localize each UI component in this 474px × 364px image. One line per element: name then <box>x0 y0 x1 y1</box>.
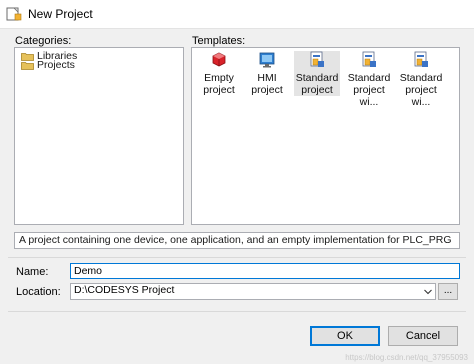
template-label: Standard <box>347 72 391 84</box>
template-label: Empty <box>204 72 234 84</box>
location-value: D:\CODESYS Project <box>74 284 175 296</box>
template-hmi-project[interactable]: HMI project <box>242 51 292 96</box>
title-bar: New Project <box>0 0 474 29</box>
new-project-dialog: New Project Categories: Libraries Projec… <box>0 0 474 364</box>
template-label: HMI project <box>251 72 283 96</box>
template-label: project <box>301 84 333 96</box>
location-label: Location: <box>16 286 61 298</box>
template-label: project wi... <box>353 84 385 108</box>
divider <box>8 257 466 258</box>
standard-project-icon <box>414 51 428 67</box>
templates-label: Templates: <box>192 35 246 47</box>
template-label: project wi... <box>405 84 437 108</box>
templates-list[interactable]: Empty project HMI project Standard proje… <box>191 47 460 225</box>
template-standard-project-with-2[interactable]: Standard project wi... <box>395 51 447 108</box>
category-projects[interactable]: Projects <box>21 60 75 71</box>
name-label: Name: <box>16 266 49 278</box>
folder-icon <box>21 62 34 70</box>
standard-project-icon <box>362 51 376 67</box>
cancel-button[interactable]: Cancel <box>388 326 458 346</box>
standard-project-icon <box>310 51 324 67</box>
category-label: Projects <box>37 59 75 71</box>
browse-button[interactable]: ... <box>438 283 458 300</box>
dialog-title: New Project <box>28 7 93 21</box>
template-standard-project[interactable]: Standard project <box>294 51 340 96</box>
template-label: Standard <box>399 72 443 84</box>
name-input[interactable] <box>70 263 460 279</box>
categories-tree[interactable]: Libraries Projects <box>14 47 184 225</box>
location-combobox[interactable]: D:\CODESYS Project <box>70 283 436 300</box>
template-empty-project[interactable]: Empty project <box>194 51 244 96</box>
divider <box>8 311 466 312</box>
watermark-text: https://blog.csdn.net/qq_37955093 <box>345 353 468 362</box>
template-label: Standard <box>295 72 339 84</box>
template-standard-project-with-1[interactable]: Standard project wi... <box>343 51 395 108</box>
empty-project-icon <box>212 52 226 67</box>
chevron-down-icon[interactable] <box>423 287 433 296</box>
hmi-project-icon <box>259 52 275 68</box>
template-description: A project containing one device, one app… <box>14 232 460 249</box>
categories-label: Categories: <box>15 35 72 47</box>
codesys-app-icon <box>6 7 22 21</box>
ok-button[interactable]: OK <box>310 326 380 346</box>
template-label: project <box>203 84 235 96</box>
